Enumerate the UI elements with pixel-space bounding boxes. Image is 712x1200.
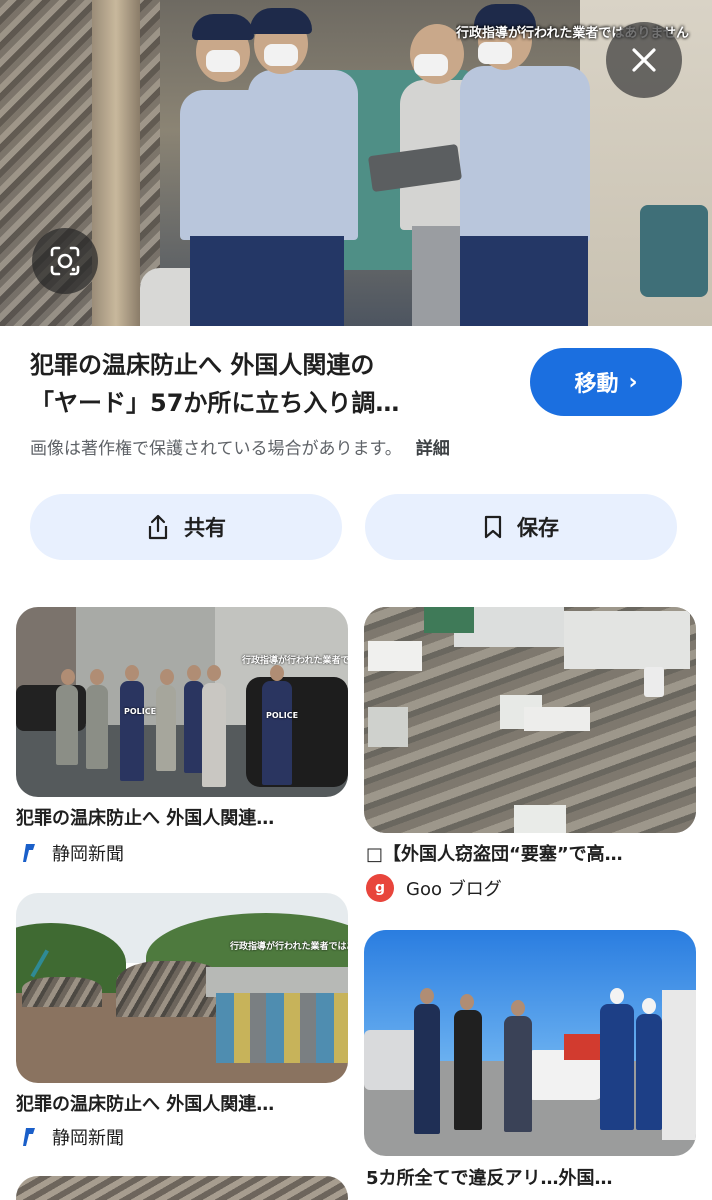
- related-title: 5カ所全てで違反アリ…外国…: [366, 1168, 613, 1189]
- motor: [640, 205, 708, 297]
- visit-label: 移動: [574, 372, 619, 397]
- related-title: □【外国人窃盗団“要塞”で高…: [366, 844, 623, 865]
- close-icon: [632, 48, 656, 72]
- visit-button[interactable]: 移動 ›: [530, 348, 682, 416]
- related-source-label: 静岡新聞: [52, 844, 124, 865]
- result-title-line: 犯罪の温床防止へ 外国人関連の: [30, 351, 375, 379]
- thumbnail-caption: 行政指導が行われた業者ではありません: [242, 656, 348, 666]
- pillar: [92, 0, 140, 326]
- copyright-notice: 画像は著作権で保護されている場合があります。 詳細: [30, 434, 450, 459]
- share-button[interactable]: 共有: [30, 494, 342, 560]
- copyright-text: 画像は著作権で保護されている場合があります。: [30, 439, 402, 459]
- google-lens-button[interactable]: [32, 228, 98, 294]
- shizuoka-shimbun-logo-icon: [23, 1128, 35, 1146]
- related-source: 静岡新聞: [20, 840, 124, 866]
- related-source-label: 静岡新聞: [52, 1128, 124, 1149]
- goo-blog-logo-icon: g: [366, 874, 394, 902]
- chevron-right-icon: ›: [628, 369, 638, 395]
- share-icon: [148, 514, 168, 540]
- thumbnail-caption: 行政指導が行われた業者ではありません: [230, 942, 348, 952]
- share-label: 共有: [184, 516, 226, 540]
- google-lens-icon: [50, 246, 80, 276]
- bookmark-icon: [484, 515, 502, 539]
- result-title-line: 「ヤード」57か所に立ち入り調…: [30, 389, 400, 417]
- related-title: 犯罪の温床防止へ 外国人関連…: [16, 808, 275, 829]
- save-button[interactable]: 保存: [365, 494, 677, 560]
- more-details-link[interactable]: 詳細: [416, 439, 450, 459]
- related-source: 静岡新聞: [20, 1124, 124, 1150]
- vest-label: POLICE: [266, 711, 299, 720]
- related-thumbnail: [364, 930, 696, 1156]
- save-label: 保存: [517, 516, 559, 540]
- hero-image: 行政指導が行われた業者ではありません: [0, 0, 712, 326]
- shizuoka-shimbun-logo-icon: [23, 844, 35, 862]
- related-source: g Goo ブログ: [366, 874, 502, 902]
- vest-label: POLICE: [124, 707, 157, 716]
- related-thumbnail: 行政指導が行われた業者ではありません: [16, 893, 348, 1083]
- related-title: 犯罪の温床防止へ 外国人関連…: [16, 1094, 275, 1115]
- related-thumbnail[interactable]: [16, 1176, 348, 1200]
- related-source-label: Goo ブログ: [406, 879, 502, 900]
- related-thumbnail: [364, 607, 696, 833]
- result-title[interactable]: 犯罪の温床防止へ 外国人関連の 「ヤード」57か所に立ち入り調…: [30, 346, 500, 422]
- related-thumbnail: 行政指導が行われた業者ではありません POLICE POLICE: [16, 607, 348, 797]
- close-button[interactable]: [606, 22, 682, 98]
